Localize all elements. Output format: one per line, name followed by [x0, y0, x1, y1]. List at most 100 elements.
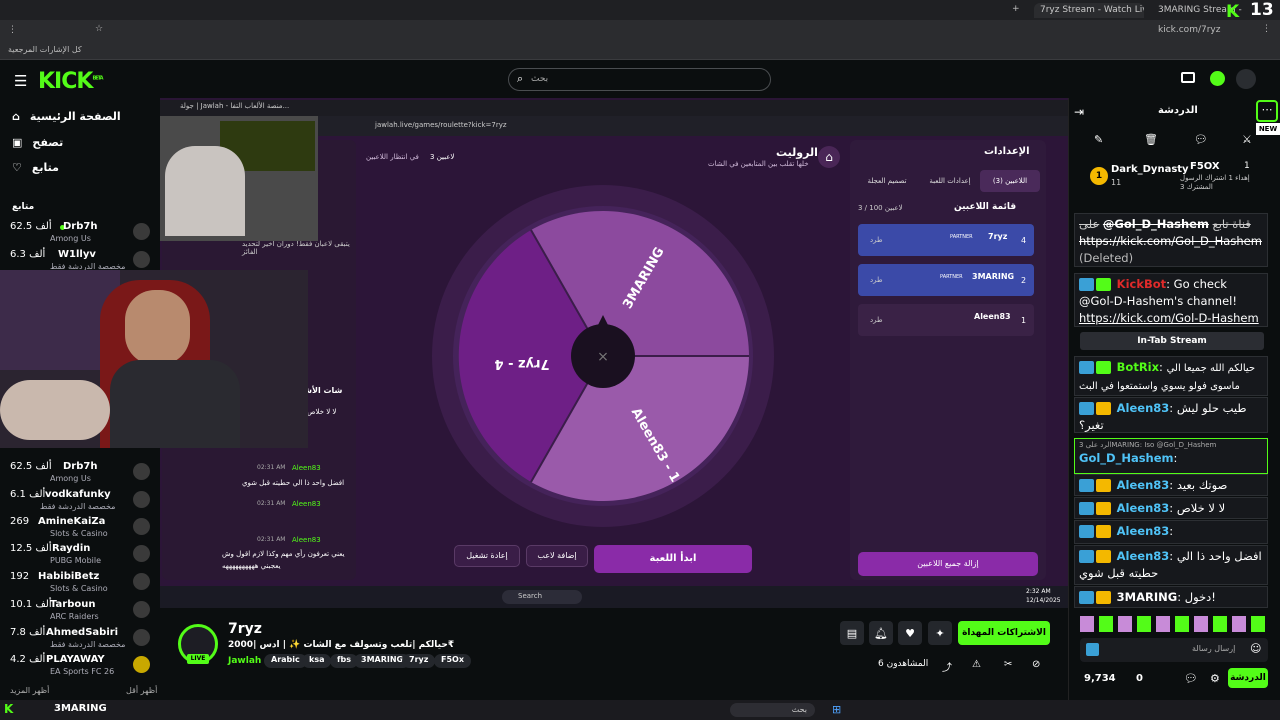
inbox-icon[interactable]	[1181, 72, 1195, 83]
bell-icon[interactable]: 🔔︎	[869, 621, 893, 645]
nav-home[interactable]: ⌂ الصفحة الرئيسية	[12, 110, 121, 123]
collapse-chat-icon[interactable]: ⇥	[1074, 105, 1084, 119]
channel-row[interactable]: 6.1 ألف vodkafunky مخصصة الدردشة فقط	[10, 487, 150, 515]
channel-row[interactable]: 4.2 ألف PLAYAWAY EA Sports FC 26	[10, 652, 150, 680]
chat-message: KickBot: Go check @Gol-D-Hashem's channe…	[1074, 273, 1268, 327]
heart-icon: ♡	[12, 161, 22, 174]
scissors-icon[interactable]: ✂	[1004, 659, 1012, 670]
tag[interactable]: F5Ox	[434, 654, 471, 668]
chat-menu-icon[interactable]: ⋯	[1256, 100, 1278, 122]
waiting-label: في انتظار اللاعبين	[366, 153, 419, 161]
show-more-link[interactable]: أظهر المزيد	[10, 686, 49, 695]
points-display[interactable]: 9,734	[1084, 673, 1116, 684]
star-icon[interactable]: ☆	[95, 24, 103, 34]
channel-row[interactable]: 12.5 ألف Raydin PUBG Mobile	[10, 541, 150, 569]
swords-icon[interactable]: ⚔	[1242, 133, 1252, 146]
channel-row[interactable]: 7.8 ألف AhmedSabiri مخصصة الدردشة فقط	[10, 625, 150, 653]
channel-row[interactable]: 62.5 ألف Drb7h Among Us	[10, 219, 150, 247]
show-less-link[interactable]: أظهر أقل	[126, 686, 157, 695]
home-icon: ⌂	[12, 110, 20, 123]
browser-tab-active[interactable]: 7ryz Stream - Watch Live on Ki...	[1034, 3, 1144, 18]
notification-count: 13	[1250, 0, 1274, 20]
channel-row[interactable]: 62.5 ألف Drb7h Among Us	[10, 459, 150, 487]
emote-bar[interactable]	[1080, 616, 1270, 632]
mod-badge-icon	[1079, 525, 1094, 538]
pin-icon[interactable]: ✎	[1094, 133, 1103, 146]
gift-subs-button[interactable]: الاشتراكات المهداة	[958, 621, 1050, 645]
tab-players[interactable]: اللاعبين (3)	[980, 170, 1040, 192]
game-title: الروليت	[776, 146, 818, 159]
avatar	[133, 601, 150, 618]
avatar	[133, 656, 150, 673]
gear-icon[interactable]: ⚙	[1210, 672, 1220, 685]
tab-game-settings[interactable]: إعدادات اللعبة	[920, 170, 980, 192]
channel-name[interactable]: 7ryz	[228, 621, 262, 637]
emoji-icon[interactable]: ☺	[1250, 642, 1261, 655]
player-card[interactable]: 3MARING PARTNER 2 طرد	[858, 264, 1034, 296]
trash-icon[interactable]: 🗑︎	[1144, 133, 1158, 146]
chat-input[interactable]: إرسال رسالة ☺	[1080, 638, 1268, 662]
windows-start-icon[interactable]: ⊞	[832, 703, 841, 716]
menu-dots-icon[interactable]: ⋮	[8, 25, 17, 35]
send-chat-button[interactable]: الدردشة	[1228, 668, 1268, 688]
tag[interactable]: ksa	[302, 654, 332, 668]
avatar	[133, 573, 150, 590]
hamburger-icon[interactable]: ☰	[14, 72, 27, 90]
url-field[interactable]: kick.com/7ryz	[1158, 25, 1220, 35]
nav-browse[interactable]: ▣ تصفح	[12, 136, 63, 149]
remove-all-button[interactable]: إزالة جميع اللاعبين	[858, 552, 1038, 576]
avatar	[133, 251, 150, 268]
category-link[interactable]: Jawlah	[228, 656, 261, 666]
verified-badge-icon	[1096, 278, 1111, 291]
leader-user[interactable]: Dark_Dynasty	[1111, 164, 1189, 175]
heart-icon[interactable]: ♥	[898, 621, 922, 645]
report-icon[interactable]: ⚠	[972, 659, 981, 670]
menu-icon[interactable]: ⋮	[1262, 24, 1271, 34]
chat-link[interactable]: https://kick.com/Gol-D-Hashem	[1079, 311, 1259, 325]
search-input[interactable]: ⌕ بحث	[508, 68, 771, 91]
channel-row[interactable]: 269 AmineKaiZa Slots & Casino	[10, 514, 150, 542]
mod-badge-icon	[1079, 278, 1094, 291]
browser-tab-bar: 7ryz Stream - Watch Live on Ki... 3MARIN…	[0, 0, 1280, 22]
user-avatar[interactable]	[1236, 69, 1256, 89]
verified-badge-icon	[1096, 361, 1111, 374]
share-icon[interactable]: ⤴	[942, 659, 952, 674]
clip-icon[interactable]: ▤	[840, 621, 864, 645]
kick-logo[interactable]: KICKBETA	[38, 69, 104, 94]
start-game-button[interactable]: ابدأ اللعبة	[594, 545, 752, 573]
nav-following[interactable]: ♡ متابع	[12, 161, 59, 174]
chat-bubble-icon[interactable]: 💬︎	[1184, 672, 1198, 685]
bookmarks-label[interactable]: كل الإشارات المرجعية	[8, 45, 82, 54]
bookmarks-bar: كل الإشارات المرجعية	[0, 42, 1280, 60]
add-player-button[interactable]: إضافة لاعب	[526, 545, 588, 567]
tag[interactable]: 7ryz	[402, 654, 436, 668]
tag[interactable]: Arabic	[264, 654, 307, 668]
mute-icon[interactable]: ⊘	[1032, 659, 1040, 670]
home-icon[interactable]: ⌂	[818, 146, 840, 168]
stream-title: حيالكم |تلعب وتسولف مع الشات ✨ | ادس |20…	[228, 640, 455, 650]
avatar	[133, 491, 150, 508]
avatar	[133, 223, 150, 240]
chat-message: Aleen83: طيب حلو ليش تغير؟	[1074, 397, 1268, 433]
player-card[interactable]: 7ryz PARTNER 4 طرد	[858, 224, 1034, 256]
crown-badge-icon	[1096, 479, 1111, 492]
sparkle-icon[interactable]: ✦	[928, 621, 952, 645]
taskbar-search[interactable]: بحث	[730, 703, 815, 717]
chat-message: Aleen83: افضل واحد ذا الي حطيته قبل شوي	[1074, 545, 1268, 585]
kick-coin-icon[interactable]	[1210, 71, 1225, 86]
rank-badge: 1	[1090, 167, 1108, 185]
kick-icon[interactable]: K	[4, 702, 13, 716]
chat-bubble-icon[interactable]: 💬︎	[1194, 133, 1208, 146]
new-tab-icon[interactable]: +	[1012, 4, 1020, 14]
channel-row[interactable]: 10.1 ألف Tarboun ARC Raiders	[10, 597, 150, 625]
restart-button[interactable]: إعادة تشغيل	[454, 545, 520, 567]
leader-user[interactable]: F5OX	[1190, 161, 1220, 172]
captured-taskbar: Search 2:32 AM 12/14/2025	[160, 586, 1068, 608]
captured-tab-bar: جولة | Jawlah - منصة الألعاب التفا...	[160, 100, 1068, 116]
mod-badge-icon	[1079, 479, 1094, 492]
roulette-wheel[interactable]: 3MARING Aleen83 - 1 7ryz - 4 ⨯	[432, 185, 774, 527]
in-tab-stream-button[interactable]: In-Tab Stream	[1080, 332, 1264, 350]
player-card[interactable]: Aleen83 1 طرد	[858, 304, 1034, 336]
tab-wheel-design[interactable]: تصميم العجلة	[856, 170, 918, 192]
channel-row[interactable]: 192 HabibiBetz Slots & Casino	[10, 569, 150, 597]
